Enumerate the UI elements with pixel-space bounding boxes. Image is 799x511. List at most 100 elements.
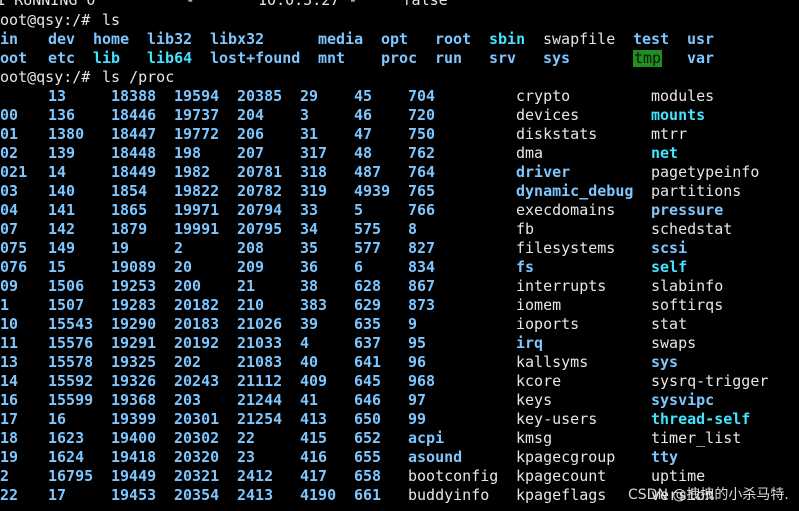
pid-dir-entry: 5 — [354, 201, 364, 219]
pid-dir-entry: 19822 — [174, 182, 220, 200]
pid-dir-entry: 415 — [300, 429, 328, 447]
pid-dir-entry: 750 — [408, 125, 436, 143]
pid-dir-entry: 18449 — [111, 163, 157, 181]
dir-entry: var — [687, 49, 715, 67]
pid-dir-entry: 18388 — [111, 87, 157, 105]
proc-row: 113 15578 19325 202 21083 40 641 96 kallsyms sys — [0, 353, 799, 372]
pid-dir-entry: 4 — [300, 334, 310, 352]
dir-entry: run — [435, 49, 463, 67]
file-entry: modules — [651, 87, 715, 105]
pid-dir-entry: 834 — [408, 258, 436, 276]
dir-entry: driver — [516, 163, 571, 181]
symlink-entry: net — [651, 144, 679, 162]
pid-dir-entry: 39 — [300, 315, 319, 333]
pid-dir-entry: 2413 — [237, 486, 274, 504]
shell-prompt: root@qsy:/# — [0, 11, 91, 29]
pid-dir-entry: 19325 — [111, 353, 157, 371]
pid-dir-entry: 207 — [237, 144, 265, 162]
file-entry: fb — [516, 220, 535, 238]
pid-dir-entry: 20301 — [174, 410, 220, 428]
dir-entry: home — [93, 30, 130, 48]
pid-dir-entry: 1982 — [174, 163, 211, 181]
pid-dir-entry: 200 — [174, 277, 202, 295]
pid-dir-entry: 96 — [408, 353, 427, 371]
file-entry: uptime — [651, 467, 706, 485]
pid-dir-entry: 107 — [0, 220, 19, 238]
proc-row: 116 15599 19368 203 21244 41 646 97 keys sysvipc — [0, 391, 799, 410]
pid-dir-entry: 33 — [300, 201, 319, 219]
file-entry: key-users — [516, 410, 598, 428]
status-text: host1 RUNNING 0 - 10.0.3.27 - false — [0, 0, 448, 9]
pid-dir-entry: 139 — [48, 144, 76, 162]
pid-dir-entry: 2412 — [237, 467, 274, 485]
pid-dir-entry: 19326 — [111, 372, 157, 390]
proc-row: 103 140 1854 19822 20782 319 4939 765 dynamic_de… — [0, 182, 799, 201]
symlink-entry: lib64 — [147, 49, 193, 67]
dir-entry: pressure — [651, 201, 724, 219]
proc-row: 1131838819594203852945704cryptomodules — [0, 87, 799, 106]
pid-dir-entry: 1854 — [111, 182, 148, 200]
pid-dir-entry: 3 — [300, 106, 310, 124]
file-entry: kpageflags — [516, 486, 607, 504]
pid-dir-entry: 206 — [237, 125, 265, 143]
dir-entry: srv — [489, 49, 517, 67]
pid-dir-entry: 1075 — [0, 239, 28, 257]
pid-dir-entry: 20243 — [174, 372, 220, 390]
pid-dir-entry: 208 — [237, 239, 265, 257]
proc-row: 119 1624 19418 20320 23 416 655 asound kpagecgro… — [0, 448, 799, 467]
dir-entry: dynamic_debug — [516, 182, 634, 200]
pid-dir-entry: 20192 — [174, 334, 220, 352]
pid-dir-entry: 114 — [0, 372, 19, 390]
pid-dir-entry: 21254 — [237, 410, 283, 428]
file-entry: kpagecount — [516, 467, 607, 485]
dir-entry: irq — [516, 334, 544, 352]
pid-dir-entry: 31 — [300, 125, 319, 143]
pid-dir-entry: 19290 — [111, 315, 157, 333]
pid-dir-entry: 20385 — [237, 87, 283, 105]
proc-row: 111 15576 19291 20192 21033 4 637 95 irq swaps — [0, 334, 799, 353]
pid-dir-entry: 655 — [354, 448, 382, 466]
proc-row: 102 139 18448 198 207 317 48 762 dma net — [0, 144, 799, 163]
dir-entry: dev — [48, 30, 76, 48]
pid-dir-entry: 18446 — [111, 106, 157, 124]
dir-entry: scsi — [651, 239, 688, 257]
dir-entry: mnt — [318, 49, 346, 67]
symlink-entry: mounts — [651, 106, 706, 124]
proc-row: 1076 15 19089 20 209 36 6 834 fs self — [0, 258, 799, 277]
pid-dir-entry: 47 — [354, 125, 373, 143]
pid-dir-entry: 15578 — [48, 353, 94, 371]
dir-entry: sbin — [489, 30, 526, 48]
proc-row: 114 15592 19326 20243 21112 409 645 968 kcore sys… — [0, 372, 799, 391]
proc-row: 110 15543 19290 20183 21026 39 635 9 ioports stat — [0, 315, 799, 334]
dir-entry: fs — [516, 258, 535, 276]
pid-dir-entry: 21244 — [237, 391, 283, 409]
pid-dir-entry: 18448 — [111, 144, 157, 162]
pid-dir-entry: 1506 — [48, 277, 85, 295]
pid-dir-entry: 38 — [300, 277, 319, 295]
pid-dir-entry: 4190 — [300, 486, 337, 504]
pid-dir-entry: 968 — [408, 372, 436, 390]
file-entry: buddyinfo — [408, 486, 490, 504]
pid-dir-entry: 19449 — [111, 467, 157, 485]
pid-dir-entry: 209 — [237, 258, 265, 276]
pid-dir-entry: 46 — [354, 106, 373, 124]
pid-dir-entry: 6 — [354, 258, 364, 276]
pid-dir-entry: 95 — [408, 334, 427, 352]
pid-dir-entry: 14 — [48, 163, 67, 181]
pid-dir-entry: 48 — [354, 144, 373, 162]
pid-dir-entry: 20795 — [237, 220, 283, 238]
file-entry: keys — [516, 391, 553, 409]
container-status-line: host1 RUNNING 0 - 10.0.3.27 - false — [0, 0, 799, 10]
pid-dir-entry: 113 — [0, 353, 19, 371]
symlink-entry: thread-self — [651, 410, 751, 428]
pid-dir-entry: 629 — [354, 296, 382, 314]
pid-dir-entry: 20794 — [237, 201, 283, 219]
proc-row: 1021 14 18449 1982 20781 318 487 764 driver paget… — [0, 163, 799, 182]
terminal-window[interactable]: host1 RUNNING 0 - 10.0.3.27 - false root… — [0, 0, 799, 511]
dir-entry: tty — [651, 448, 679, 466]
pid-dir-entry: 109 — [0, 277, 19, 295]
file-entry: kmsg — [516, 429, 553, 447]
pid-dir-entry: 635 — [354, 315, 382, 333]
dir-entry: proc — [381, 49, 418, 67]
symlink-entry: lib — [93, 49, 121, 67]
